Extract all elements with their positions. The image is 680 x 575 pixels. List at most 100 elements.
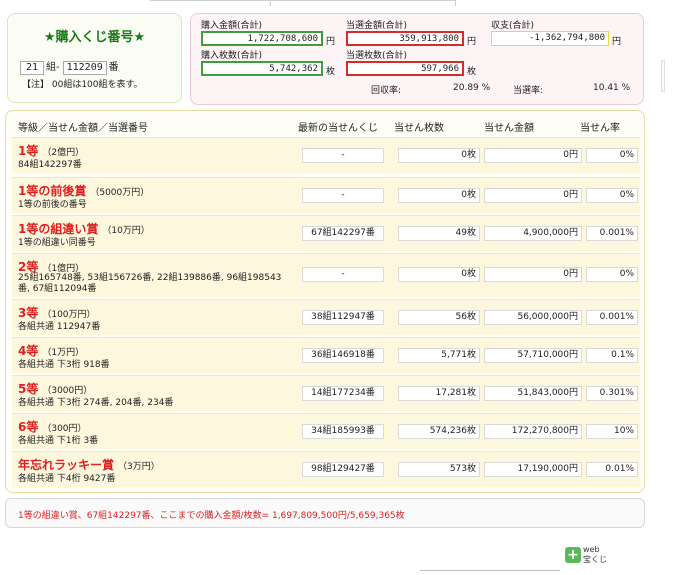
table-row: 1等 （2億円） 84組142297番 - 0枚 0円 0%	[12, 137, 640, 173]
prize-name: 5等	[18, 382, 39, 396]
latest-winning-ticket: 67組142297番	[302, 226, 384, 241]
prize-amount: （10万円）	[102, 226, 150, 236]
prize-numbers: 1等の組違い同番号	[18, 238, 96, 248]
ticket-group-field[interactable]: 21	[20, 61, 44, 75]
prize-name: 1等	[18, 144, 39, 158]
winning-count-value: 597,966	[346, 61, 464, 76]
prize-numbers: 84組142297番	[18, 160, 82, 170]
recovery-rate-label: 回収率:	[371, 86, 402, 96]
prize-numbers: 25組165748番, 53組156726番, 22組139886番, 96組1…	[18, 273, 282, 294]
prize-numbers: 各組共通 下3桁 918番	[18, 360, 110, 370]
win-rate-label: 当選率:	[513, 86, 544, 96]
table-row: 4等 （1万円） 各組共通 下3桁 918番 36組146918番 5,771枚 …	[12, 337, 640, 373]
plus-icon: +	[565, 547, 581, 563]
purchase-count-value: 5,742,362	[201, 61, 323, 76]
purchase-count-unit: 枚	[326, 67, 336, 77]
winning-count-label: 当選枚数(合計)	[346, 51, 408, 61]
latest-winning-ticket: 14組177234番	[302, 386, 384, 401]
winning-rate: 0.301%	[586, 386, 638, 401]
winning-count: 0枚	[398, 267, 480, 282]
winning-count: 0枚	[398, 148, 480, 163]
top-divider	[150, 0, 455, 1]
status-footer: 1等の組違い賞、67組142297番、ここまでの購入金額/枚数= 1,697,8…	[5, 498, 645, 528]
winning-money: 56,000,000円	[484, 310, 582, 325]
prize-name: 6等	[18, 420, 39, 434]
winning-rate: 0%	[586, 148, 638, 163]
latest-winning-ticket: 98組129427番	[302, 462, 384, 477]
purchase-amount-unit: 円	[326, 37, 336, 47]
winning-amount-unit: 円	[467, 37, 477, 47]
prize-amount: （5000万円）	[90, 188, 150, 198]
winning-amount-value: 359,913,800	[346, 31, 464, 46]
table-row: 6等 （300円） 各組共通 下1桁 3番 34組185993番 574,236枚…	[12, 413, 640, 449]
winning-rate: 0%	[586, 188, 638, 203]
ticket-panel: ★購入くじ番号★ 21 組- 112209 番 【注】 00組は100組を表す。	[7, 13, 182, 103]
table-row: 2等 （1億円） 25組165748番, 53組156726番, 22組13988…	[12, 253, 640, 297]
balance-value: -1,362,794,800	[491, 31, 609, 46]
bottom-divider	[420, 570, 560, 571]
ticket-number-row: 21 組- 112209 番	[20, 58, 122, 75]
prize-numbers: 各組共通 112947番	[18, 322, 101, 332]
table-row: 1等の前後賞 （5000万円） 1等の前後の番号 - 0枚 0円 0%	[12, 177, 640, 213]
header-rate: 当せん率	[580, 123, 620, 134]
badge-line2: 宝くじ	[583, 555, 607, 564]
winning-money: 4,900,000円	[484, 226, 582, 241]
prize-amount: （3万円）	[118, 462, 160, 472]
web-lottery-badge[interactable]: + web 宝くじ	[565, 545, 623, 565]
ticket-note: 【注】 00組は100組を表す。	[22, 80, 143, 90]
winning-money: 17,190,000円	[484, 462, 582, 477]
header-count: 当せん枚数	[394, 123, 444, 134]
summary-panel: 購入金額(合計) 1,722,708,600 円 当選金額(合計) 359,91…	[190, 13, 644, 105]
prize-numbers: 各組共通 下3桁 274番, 204番, 234番	[18, 398, 174, 408]
group-unit: 組-	[46, 62, 60, 73]
winning-count: 573枚	[398, 462, 480, 477]
table-row: 年忘れラッキー賞 （3万円） 各組共通 下4桁 9427番 98組129427番 …	[12, 451, 640, 487]
purchase-count-label: 購入枚数(合計)	[201, 51, 263, 61]
balance-unit: 円	[612, 37, 622, 47]
win-rate-value: 10.41 %	[593, 83, 631, 93]
winning-rate: 10%	[586, 424, 638, 439]
number-unit: 番	[108, 62, 119, 73]
status-message: 1等の組違い賞、67組142297番、ここまでの購入金額/枚数= 1,697,8…	[18, 511, 405, 521]
winning-rate: 0%	[586, 267, 638, 282]
scroll-indicator[interactable]	[661, 60, 665, 92]
latest-winning-ticket: -	[302, 188, 384, 203]
purchase-amount-label: 購入金額(合計)	[201, 21, 263, 31]
winning-money: 0円	[484, 148, 582, 163]
prize-numbers: 1等の前後の番号	[18, 200, 87, 210]
winning-money: 0円	[484, 188, 582, 203]
ticket-number-field[interactable]: 112209	[62, 61, 107, 75]
prize-name: 1等の組違い賞	[18, 222, 99, 236]
header-grade: 等級／当せん金額／当選番号	[18, 123, 148, 134]
top-divider-tick	[455, 0, 456, 6]
latest-winning-ticket: -	[302, 148, 384, 163]
winning-count: 17,281枚	[398, 386, 480, 401]
winning-amount-label: 当選金額(合計)	[346, 21, 408, 31]
badge-line1: web	[583, 545, 600, 554]
winning-count: 574,236枚	[398, 424, 480, 439]
header-money: 当せん金額	[484, 123, 534, 134]
latest-winning-ticket: 34組185993番	[302, 424, 384, 439]
top-divider-tick	[270, 0, 271, 6]
winning-money: 172,270,800円	[484, 424, 582, 439]
recovery-rate-value: 20.89 %	[453, 83, 491, 93]
table-row: 3等 （100万円） 各組共通 112947番 38組112947番 56枚 56…	[12, 299, 640, 335]
prize-name: 1等の前後賞	[18, 184, 87, 198]
prize-name: 4等	[18, 344, 39, 358]
prize-numbers: 各組共通 下1桁 3番	[18, 436, 99, 446]
table-row: 1等の組違い賞 （10万円） 1等の組違い同番号 67組142297番 49枚 4…	[12, 215, 640, 251]
winning-rate: 0.001%	[586, 226, 638, 241]
table-row: 5等 （3000円） 各組共通 下3桁 274番, 204番, 234番 14組1…	[12, 375, 640, 411]
winning-count: 56枚	[398, 310, 480, 325]
latest-winning-ticket: 36組146918番	[302, 348, 384, 363]
prize-numbers: 各組共通 下4桁 9427番	[18, 474, 116, 484]
winning-rate: 0.001%	[586, 310, 638, 325]
prize-name: 2等	[18, 260, 39, 274]
winning-count: 0枚	[398, 188, 480, 203]
header-latest: 最新の当せんくじ	[298, 123, 378, 134]
winning-rate: 0.1%	[586, 348, 638, 363]
latest-winning-ticket: 38組112947番	[302, 310, 384, 325]
ticket-title: ★購入くじ番号★	[43, 30, 146, 45]
winning-money: 51,843,000円	[484, 386, 582, 401]
prize-name: 年忘れラッキー賞	[18, 458, 115, 472]
